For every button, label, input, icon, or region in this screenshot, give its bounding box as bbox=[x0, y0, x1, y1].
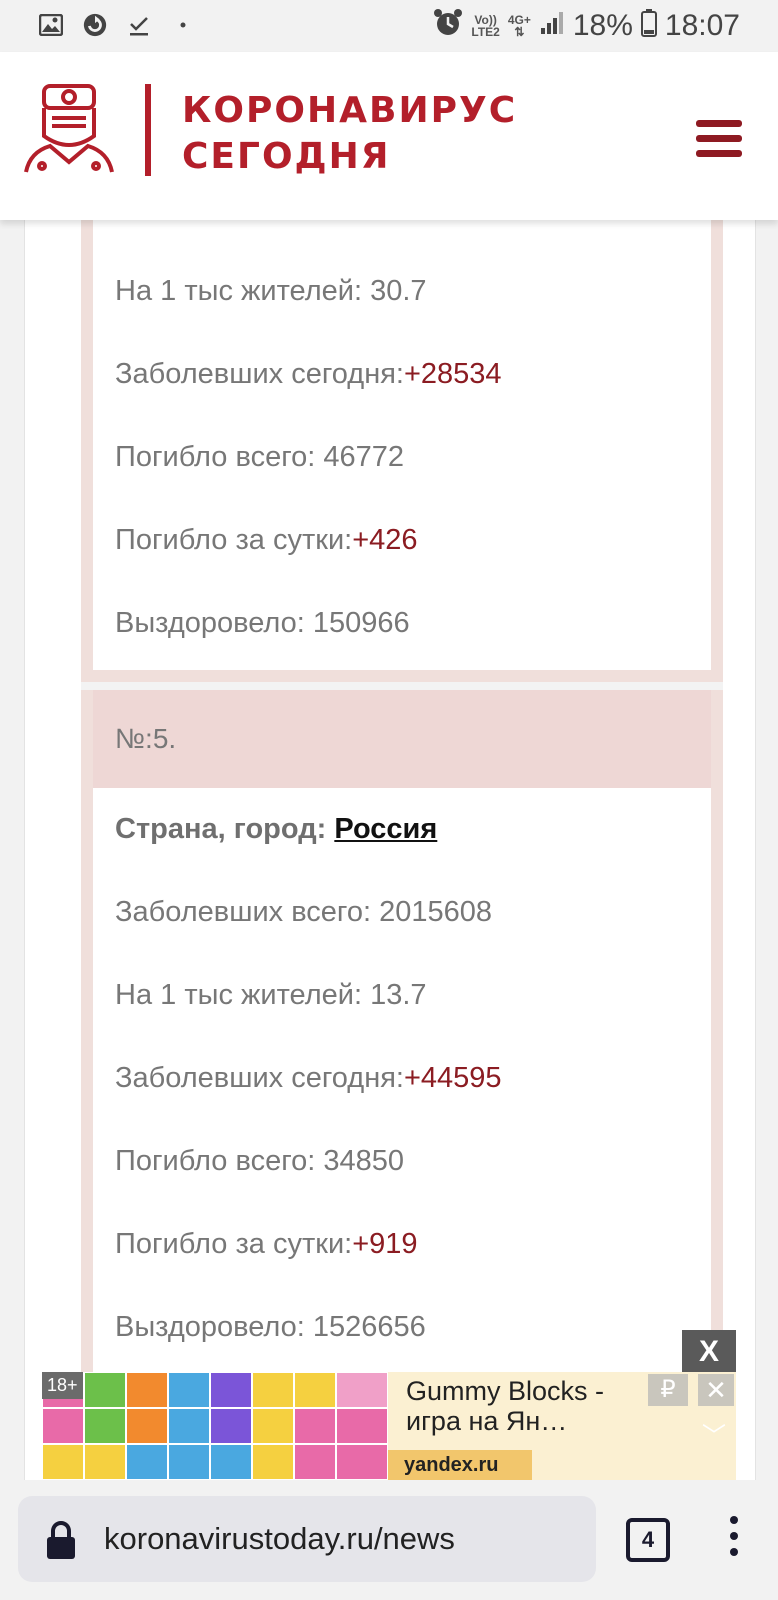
recovered-row: Выздоровело: 1526656 bbox=[115, 1311, 426, 1343]
volte-indicator: Vo)) LTE2 bbox=[471, 12, 500, 39]
url-text[interactable]: koronavirustoday.ru/news bbox=[104, 1496, 455, 1582]
browser-toolbar: koronavirustoday.ru/news 4 bbox=[0, 1480, 778, 1600]
country-card-previous: На 1 тыс жителей: 30.7 Заболевших сегодн… bbox=[81, 220, 723, 682]
ad-game-image[interactable]: 18+ bbox=[42, 1372, 389, 1480]
deaths-total-row: Погибло всего: 46772 bbox=[115, 441, 405, 473]
deaths-today-row: Погибло за сутки:+426 bbox=[115, 524, 418, 556]
chevron-down-icon[interactable]: ﹀ bbox=[702, 1416, 726, 1451]
gallery-icon bbox=[38, 12, 64, 38]
data-type-indicator: 4G+ ⇅ bbox=[507, 12, 531, 39]
signal-icon bbox=[539, 10, 565, 41]
per-thousand-row: На 1 тыс жителей: 30.7 bbox=[115, 275, 427, 307]
news-content: На 1 тыс жителей: 30.7 Заболевших сегодн… bbox=[24, 220, 756, 1570]
ad-close-button[interactable]: X bbox=[682, 1330, 736, 1374]
logo-divider bbox=[145, 84, 151, 176]
more-menu-icon[interactable] bbox=[730, 1516, 738, 1564]
site-header: КОРОНАВИРУС СЕГОДНЯ bbox=[0, 52, 778, 220]
recovered-row: Выздоровело: 150966 bbox=[115, 607, 410, 639]
card-number: №:5. bbox=[93, 690, 711, 788]
ad-banner[interactable]: 18+ Gummy Blocks - игра на Ян… yandex.ru… bbox=[42, 1372, 736, 1480]
menu-icon[interactable] bbox=[696, 120, 742, 158]
deaths-total-row: Погибло всего: 34850 bbox=[115, 1145, 405, 1177]
ad-domain[interactable]: yandex.ru bbox=[388, 1450, 532, 1480]
address-bar[interactable]: koronavirustoday.ru/news bbox=[18, 1496, 596, 1582]
age-rating-badge: 18+ bbox=[42, 1372, 83, 1399]
doctor-logo-icon[interactable] bbox=[22, 82, 116, 178]
alarm-icon bbox=[433, 8, 463, 43]
clock: 18:07 bbox=[664, 8, 740, 42]
download-done-icon bbox=[126, 12, 152, 38]
per-thousand-row: На 1 тыс жителей: 13.7 bbox=[115, 979, 427, 1011]
status-bar: Vo)) LTE2 4G+ ⇅ 18% 18:07 bbox=[0, 0, 778, 52]
ad-dismiss-icon[interactable]: ✕ bbox=[698, 1374, 734, 1406]
cases-today-row: Заболевших сегодня:+28534 bbox=[115, 358, 502, 390]
sync-icon bbox=[82, 12, 108, 38]
battery-icon bbox=[640, 9, 657, 42]
ruble-icon[interactable]: ₽ bbox=[648, 1374, 688, 1406]
tab-count-button[interactable]: 4 bbox=[626, 1518, 670, 1562]
dot-icon bbox=[170, 12, 196, 38]
country-row: Страна, город: Россия bbox=[115, 813, 438, 845]
battery-percent: 18% bbox=[572, 8, 633, 42]
cases-today-row: Заболевших сегодня:+44595 bbox=[115, 1062, 502, 1094]
lock-icon[interactable] bbox=[44, 1520, 78, 1560]
card-divider bbox=[81, 682, 723, 690]
country-link[interactable]: Россия bbox=[334, 813, 437, 845]
cases-total-row: Заболевших всего: 2015608 bbox=[115, 896, 493, 928]
site-logo[interactable]: КОРОНАВИРУС СЕГОДНЯ bbox=[182, 88, 517, 180]
ad-title[interactable]: Gummy Blocks - игра на Ян… bbox=[406, 1376, 656, 1436]
logo-line-2: СЕГОДНЯ bbox=[182, 136, 391, 177]
logo-line-1: КОРОНАВИРУС bbox=[182, 90, 518, 131]
deaths-today-row: Погибло за сутки:+919 bbox=[115, 1228, 418, 1260]
